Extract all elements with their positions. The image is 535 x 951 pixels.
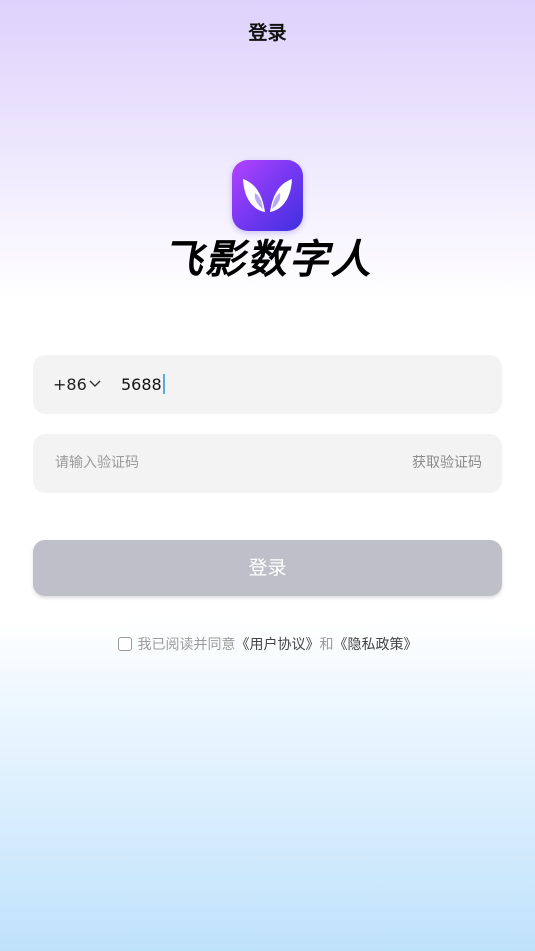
agreement-prefix: 我已阅读并同意 xyxy=(137,637,236,653)
country-code-selector[interactable]: +86 xyxy=(53,355,87,414)
privacy-policy-link[interactable]: 《隐私政策》 xyxy=(334,637,418,653)
butterfly-logo-icon xyxy=(243,179,292,212)
verification-code-input[interactable]: 请输入验证码 xyxy=(55,434,139,493)
app-logo xyxy=(232,160,303,231)
phone-field[interactable]: +86 5688 xyxy=(33,355,502,414)
agreement-conjunction: 和 xyxy=(319,637,334,653)
chevron-down-icon[interactable] xyxy=(89,380,101,388)
page-title: 登录 xyxy=(248,22,287,44)
login-button[interactable]: 登录 xyxy=(33,540,502,596)
phone-input-value: 5688 xyxy=(121,375,162,394)
get-code-button[interactable]: 获取验证码 xyxy=(412,434,482,493)
agreement-checkbox[interactable] xyxy=(117,636,132,651)
text-caret xyxy=(162,374,165,394)
verification-code-field[interactable]: 请输入验证码 获取验证码 xyxy=(33,434,502,493)
agreement-row: 我已阅读并同意《用户协议》和《隐私政策》 xyxy=(0,636,535,654)
brand-name: 飞影数字人 xyxy=(162,237,373,283)
phone-input[interactable]: 5688 xyxy=(121,355,165,414)
user-agreement-link[interactable]: 《用户协议》 xyxy=(236,637,320,653)
